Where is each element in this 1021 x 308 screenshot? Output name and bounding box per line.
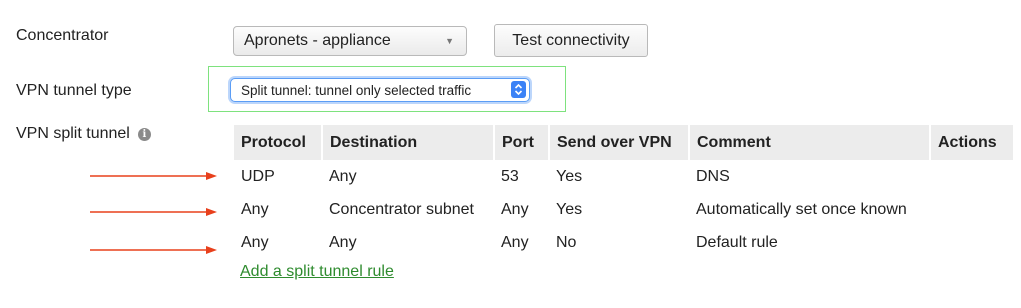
- annotation-arrow-icon: [90, 208, 217, 216]
- port-cell: Any: [501, 233, 529, 251]
- actions-cell: [930, 160, 1013, 193]
- vpn-tunnel-type-selected-value: Split tunnel: tunnel only selected traff…: [241, 82, 472, 98]
- up-down-stepper-icon: [511, 81, 526, 98]
- column-header-actions: Actions: [930, 125, 1013, 160]
- protocol-cell: UDP: [241, 167, 275, 185]
- send-over-vpn-cell: Yes: [556, 200, 583, 218]
- destination-cell: Any: [329, 233, 357, 251]
- destination-cell: Concentrator subnet: [329, 200, 474, 218]
- vpn-tunnel-type-select[interactable]: Split tunnel: tunnel only selected traff…: [230, 78, 530, 102]
- info-icon[interactable]: i: [137, 128, 151, 141]
- caret-down-icon: ▼: [445, 36, 454, 46]
- concentrator-dropdown[interactable]: Apronets - appliance ▼: [233, 26, 467, 56]
- split-tunnel-table: Protocol Destination Port Send over VPN …: [234, 125, 1013, 259]
- send-over-vpn-cell: No: [556, 233, 577, 251]
- table-row[interactable]: UDP Any 53 Yes DNS: [234, 160, 1013, 193]
- port-cell: 53: [501, 167, 519, 185]
- table-row[interactable]: Any Concentrator subnet Any Yes Automati…: [234, 193, 1013, 226]
- concentrator-label: Concentrator: [16, 27, 109, 44]
- comment-cell: Default rule: [696, 233, 778, 251]
- protocol-cell: Any: [241, 200, 269, 218]
- send-over-vpn-cell: Yes: [556, 167, 583, 185]
- annotation-arrow-icon: [90, 246, 217, 254]
- protocol-cell: Any: [241, 233, 269, 251]
- test-connectivity-button[interactable]: Test connectivity: [494, 24, 648, 57]
- actions-cell: [930, 193, 1013, 226]
- table-header-row: Protocol Destination Port Send over VPN …: [234, 125, 1013, 160]
- annotation-arrow-icon: [90, 172, 217, 180]
- comment-cell: Automatically set once known: [696, 200, 907, 218]
- column-header-destination: Destination: [322, 125, 495, 160]
- vpn-tunnel-type-label: VPN tunnel type: [16, 82, 132, 99]
- vpn-split-tunnel-label: VPN split tunnel i: [16, 125, 151, 143]
- column-header-send-over-vpn: Send over VPN: [549, 125, 690, 160]
- table-row[interactable]: Any Any Any No Default rule: [234, 226, 1013, 259]
- comment-cell: DNS: [696, 167, 730, 185]
- port-cell: Any: [501, 200, 529, 218]
- actions-cell: [930, 226, 1013, 259]
- column-header-protocol: Protocol: [234, 125, 323, 160]
- column-header-port: Port: [494, 125, 550, 160]
- vpn-split-tunnel-label-text: VPN split tunnel: [16, 125, 130, 142]
- column-header-comment: Comment: [689, 125, 931, 160]
- concentrator-selected-value: Apronets - appliance: [244, 32, 391, 49]
- add-split-tunnel-rule-link[interactable]: Add a split tunnel rule: [240, 263, 394, 281]
- destination-cell: Any: [329, 167, 357, 185]
